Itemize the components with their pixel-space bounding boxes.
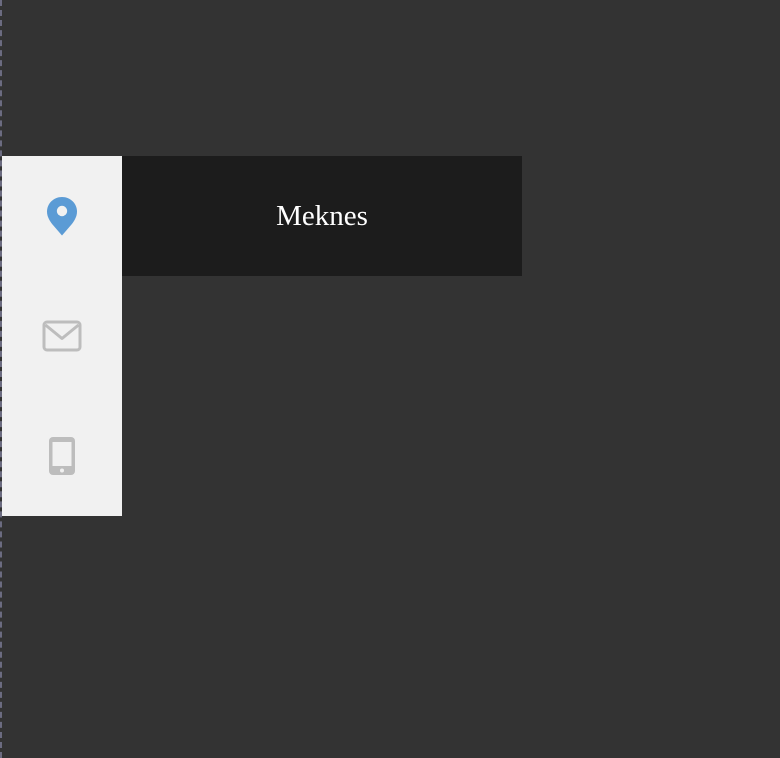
location-info-panel: Meknes [122, 156, 522, 276]
page: Meknes [0, 0, 780, 758]
rail-item-location[interactable] [2, 156, 122, 276]
rail-item-email[interactable] [2, 276, 122, 396]
envelope-icon [42, 320, 82, 352]
mobile-phone-icon [48, 436, 76, 476]
rail-item-phone[interactable] [2, 396, 122, 516]
contact-icon-rail [2, 156, 122, 516]
location-text: Meknes [276, 199, 368, 232]
map-marker-icon [46, 196, 78, 236]
